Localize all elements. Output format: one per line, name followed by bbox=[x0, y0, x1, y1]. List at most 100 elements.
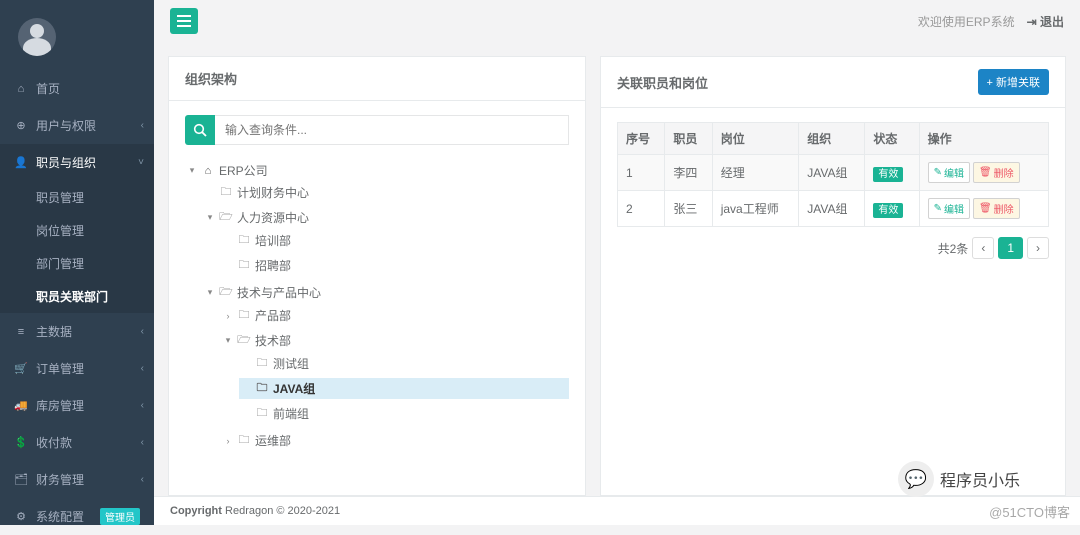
chevron-icon: ‹ bbox=[141, 400, 144, 411]
table-header: 岗位 bbox=[712, 123, 799, 155]
sidebar-label: 系统配置 bbox=[36, 508, 84, 525]
tree-node[interactable]: 🗀计划财务中心 bbox=[203, 182, 569, 203]
table-header: 职员 bbox=[665, 123, 712, 155]
tree-label: 技术部 bbox=[255, 332, 291, 349]
table-header: 操作 bbox=[919, 123, 1048, 155]
table-header: 组织 bbox=[799, 123, 865, 155]
logout-icon: ⇥ bbox=[1027, 15, 1037, 29]
logout-link[interactable]: ⇥ 退出 bbox=[1027, 13, 1064, 30]
delete-button[interactable]: 🗑删除 bbox=[973, 198, 1020, 219]
tree-node[interactable]: ›🗀运维部 bbox=[221, 430, 569, 451]
pager-prev[interactable]: ‹ bbox=[972, 237, 994, 259]
sidebar-icon: ≡ bbox=[14, 326, 28, 338]
tree-label: 计划财务中心 bbox=[237, 184, 309, 201]
tree-label: 测试组 bbox=[273, 355, 309, 372]
add-assoc-button[interactable]: + 新增关联 bbox=[978, 69, 1049, 95]
footer-text: Redragon © 2020-2021 bbox=[225, 505, 340, 517]
tree-twist-icon: ▾ bbox=[205, 287, 215, 298]
sidebar-icon: 🗂 bbox=[14, 473, 28, 486]
tree-node[interactable]: 🗀JAVA组 bbox=[239, 378, 569, 399]
tree-node[interactable]: ▾🗁技术部 bbox=[221, 330, 569, 351]
tree-node[interactable]: 🗀测试组 bbox=[239, 353, 569, 374]
sidebar-sub-2-2[interactable]: 部门管理 bbox=[0, 247, 154, 280]
sidebar-icon: 🚚 bbox=[14, 399, 28, 412]
tree-node[interactable]: ▾🗁人力资源中心 bbox=[203, 207, 569, 228]
delete-icon: 🗑 bbox=[979, 167, 992, 178]
sidebar-item-1[interactable]: ⊕用户与权限‹ bbox=[0, 107, 154, 144]
pager: 共2条 ‹ 1 › bbox=[617, 237, 1049, 259]
sidebar-item-6[interactable]: 💲收付款‹ bbox=[0, 424, 154, 461]
tree-node[interactable]: ▾⌂ERP公司 bbox=[185, 161, 569, 180]
assoc-title: 关联职员和岗位 bbox=[617, 73, 708, 92]
sidebar-icon: ⚙ bbox=[14, 510, 28, 523]
tree-label: 培训部 bbox=[255, 232, 291, 249]
sidebar-icon: 👤 bbox=[14, 156, 28, 169]
tree-label: 人力资源中心 bbox=[237, 209, 309, 226]
avatar[interactable] bbox=[18, 18, 56, 56]
folder-icon: 🗀 bbox=[237, 256, 251, 275]
status-badge: 有效 bbox=[873, 167, 903, 182]
tree-node[interactable]: 🗀招聘部 bbox=[221, 255, 569, 276]
nav: ⌂首页⊕用户与权限‹ 👤 职员与组织 ˅ 职员管理岗位管理部门管理职员关联部门≡主数据‹… bbox=[0, 70, 154, 535]
folder-icon: 🗁 bbox=[237, 331, 251, 350]
hamburger-button[interactable] bbox=[170, 8, 198, 34]
sidebar-label: 首页 bbox=[36, 80, 60, 97]
wechat-icon: 💬 bbox=[898, 461, 934, 497]
assoc-panel: 关联职员和岗位 + 新增关联 序号职员岗位组织状态操作 1李四经理JAVA组有效… bbox=[600, 56, 1066, 496]
edit-button[interactable]: ✎编辑 bbox=[928, 198, 970, 219]
sidebar-sub-2-3[interactable]: 职员关联部门 bbox=[0, 280, 154, 313]
avatar-wrap bbox=[0, 0, 154, 70]
watermark: @51CTO博客 bbox=[989, 502, 1070, 521]
wechat-name: 程序员小乐 bbox=[940, 467, 1020, 491]
edit-icon: ✎ bbox=[934, 167, 942, 178]
tree-node[interactable]: 🗀前端组 bbox=[239, 403, 569, 424]
chevron-icon: ‹ bbox=[141, 120, 144, 131]
tree-node[interactable]: ›🗀产品部 bbox=[221, 305, 569, 326]
folder-icon: 🗁 bbox=[219, 283, 233, 302]
pager-total: 共2条 bbox=[938, 240, 969, 257]
welcome-text: 欢迎使用ERP系统 bbox=[918, 13, 1015, 30]
tree-node[interactable]: ▾ 🗁技术与产品中心 bbox=[203, 282, 569, 303]
sidebar-item-5[interactable]: 🚚库房管理‹ bbox=[0, 387, 154, 424]
topbar: 欢迎使用ERP系统 ⇥ 退出 bbox=[154, 0, 1080, 42]
chevron-icon: ˅ bbox=[138, 157, 144, 168]
pager-page-1[interactable]: 1 bbox=[998, 237, 1023, 259]
sidebar-item-0[interactable]: ⌂首页 bbox=[0, 70, 154, 107]
tree-label: 技术与产品中心 bbox=[237, 284, 321, 301]
search-row bbox=[185, 115, 569, 145]
sidebar-label: 订单管理 bbox=[36, 360, 84, 377]
assoc-table: 序号职员岗位组织状态操作 1李四经理JAVA组有效✎编辑🗑删除2张三java工程… bbox=[617, 122, 1049, 227]
tree-label: 招聘部 bbox=[255, 257, 291, 274]
tree-label: ERP公司 bbox=[219, 162, 268, 179]
footer-copyright: Copyright bbox=[170, 505, 222, 517]
table-header: 序号 bbox=[618, 123, 665, 155]
sidebar-item-4[interactable]: 🛒订单管理‹ bbox=[0, 350, 154, 387]
pager-next[interactable]: › bbox=[1027, 237, 1049, 259]
org-tree-title: 组织架构 bbox=[169, 57, 585, 101]
sidebar-item-3[interactable]: ≡主数据‹ bbox=[0, 313, 154, 350]
search-icon bbox=[193, 123, 207, 137]
sidebar-item-2[interactable]: 👤 职员与组织 ˅ bbox=[0, 144, 154, 181]
folder-icon: 🗀 bbox=[219, 183, 233, 202]
table-row: 1李四经理JAVA组有效✎编辑🗑删除 bbox=[618, 155, 1049, 191]
sidebar-item-8[interactable]: ⚙系统配置管理员 bbox=[0, 498, 154, 535]
table-row: 2张三java工程师JAVA组有效✎编辑🗑删除 bbox=[618, 191, 1049, 227]
folder-icon: 🗀 bbox=[255, 379, 269, 398]
org-tree-panel: 组织架构 ▾⌂ERP公司🗀计划财务中心▾🗁人力资源中心🗀培训部🗀招聘部▾🗁技术与… bbox=[168, 56, 586, 496]
search-input[interactable] bbox=[215, 115, 569, 145]
delete-button[interactable]: 🗑删除 bbox=[973, 162, 1020, 183]
folder-icon: 🗁 bbox=[219, 208, 233, 227]
sidebar-sub-2-1[interactable]: 岗位管理 bbox=[0, 214, 154, 247]
content: 组织架构 ▾⌂ERP公司🗀计划财务中心▾🗁人力资源中心🗀培训部🗀招聘部▾🗁技术与… bbox=[154, 42, 1080, 496]
sidebar-item-7[interactable]: 🗂财务管理‹ bbox=[0, 461, 154, 498]
tree-label: 产品部 bbox=[255, 307, 291, 324]
sidebar-icon: ⊕ bbox=[14, 119, 28, 132]
chevron-icon: ‹ bbox=[141, 326, 144, 337]
edit-icon: ✎ bbox=[934, 203, 942, 214]
edit-button[interactable]: ✎编辑 bbox=[928, 162, 970, 183]
tree-node[interactable]: 🗀培训部 bbox=[221, 230, 569, 251]
sidebar-sub-2-0[interactable]: 职员管理 bbox=[0, 181, 154, 214]
sidebar-icon: 💲 bbox=[14, 436, 28, 449]
sidebar-label: 职员与组织 bbox=[36, 154, 96, 171]
search-button[interactable] bbox=[185, 115, 215, 145]
